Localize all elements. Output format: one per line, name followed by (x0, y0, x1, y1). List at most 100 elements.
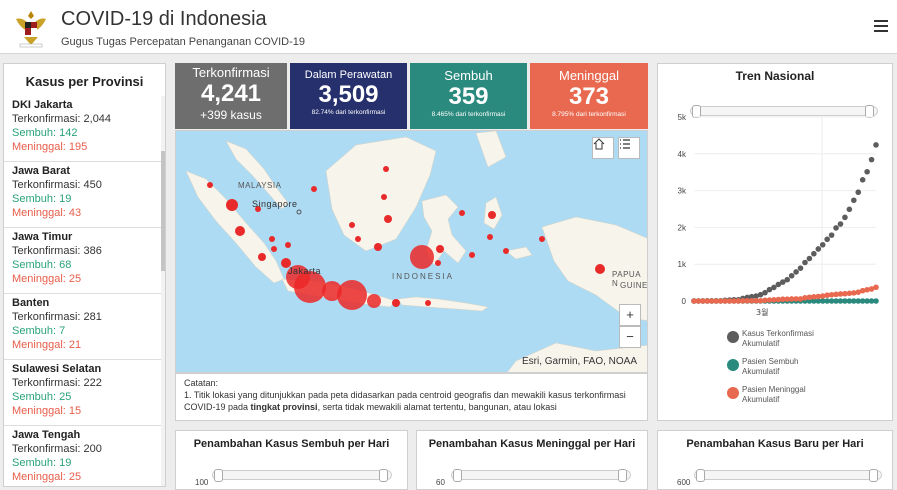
trend-legend-item[interactable]: Kasus Terkonfirmasi Akumulatif (727, 329, 814, 349)
case-map[interactable]: MALAYSIA Singapore Jakarta INDONESIA PAP… (175, 130, 648, 373)
recovered-per-day-title: Penambahan Kasus Sembuh per Hari (193, 438, 390, 450)
zoom-in-button[interactable]: + (619, 304, 641, 326)
case-marker[interactable] (337, 280, 367, 310)
case-marker[interactable] (436, 245, 444, 253)
case-marker[interactable] (226, 199, 238, 211)
case-marker[interactable] (311, 186, 317, 192)
case-marker[interactable] (367, 294, 381, 308)
map-label-guinea: GUINE (620, 281, 648, 290)
province-item[interactable]: Banten Terkonfirmasi: 281 Sembuh: 7 Meningg… (4, 294, 161, 360)
map-label-indonesia: INDONESIA (392, 272, 455, 281)
province-name: Jawa Barat (12, 165, 71, 177)
case-marker[interactable] (269, 236, 275, 242)
garuda-emblem-icon (16, 11, 46, 48)
home-button[interactable] (592, 137, 614, 159)
province-confirmed: Terkonfirmasi: 450 (12, 179, 102, 191)
case-marker[interactable] (595, 264, 605, 274)
case-marker[interactable] (459, 210, 465, 216)
case-marker[interactable] (425, 300, 431, 306)
case-marker[interactable] (410, 245, 434, 269)
y-tick-label: 2k (678, 223, 687, 232)
recovered-range-slider[interactable] (212, 469, 392, 482)
zoom-out-button[interactable]: − (619, 326, 641, 348)
slider-handle-right[interactable] (869, 469, 878, 482)
map-label-jakarta: Jakarta (288, 266, 322, 276)
case-marker[interactable] (392, 299, 400, 307)
list-icon (620, 139, 630, 149)
province-item[interactable]: Jawa Tengah Terkonfirmasi: 200 Sembuh: 19 M… (4, 426, 161, 486)
hamburger-menu-icon[interactable] (874, 20, 888, 32)
case-marker[interactable] (487, 234, 493, 240)
case-marker[interactable] (349, 222, 355, 228)
map-label-singapore: Singapore (252, 199, 298, 209)
province-confirmed: Terkonfirmasi: 281 (12, 311, 102, 323)
trend-point (846, 206, 853, 213)
deaths-per-day-panel: Penambahan Kasus Meninggal per Hari 60 (416, 430, 648, 490)
trend-point (873, 298, 879, 304)
new-cases-axis-tick: 600 (677, 478, 691, 487)
case-marker[interactable] (271, 246, 277, 252)
case-marker[interactable] (258, 253, 266, 261)
province-deaths: Meninggal: 25 (12, 471, 82, 483)
province-item[interactable]: Jawa Timur Terkonfirmasi: 386 Sembuh: 68 Me… (4, 228, 161, 294)
confirmed-value: 4,241 (200, 80, 262, 107)
deaths-range-slider[interactable] (451, 469, 631, 482)
recovered-per-day-panel: Penambahan Kasus Sembuh per Hari 100 (175, 430, 408, 490)
y-tick-label: 1k (678, 260, 687, 269)
deaths-card: Meninggal 373 8.795% dari terkonfirmasi (530, 63, 648, 129)
legend-button[interactable] (618, 137, 640, 159)
treated-value: 3,509 (318, 81, 379, 108)
trend-point (819, 241, 826, 248)
case-marker[interactable] (381, 194, 387, 200)
trend-point (793, 269, 799, 275)
deaths-axis-tick: 60 (436, 478, 445, 487)
scrollbar-thumb[interactable] (161, 151, 165, 271)
case-marker[interactable] (488, 211, 496, 219)
case-marker[interactable] (207, 182, 213, 188)
province-list: DKI Jakarta Terkonfirmasi: 2,044 Sembuh: 1… (4, 96, 161, 486)
slider-handle-left[interactable] (453, 469, 462, 482)
trend-legend-item[interactable]: Pasien Meninggal Akumulatif (727, 385, 806, 405)
case-marker[interactable] (384, 215, 392, 223)
slider-handle-left[interactable] (696, 469, 705, 482)
trend-title: Tren Nasional (735, 69, 815, 83)
map-label-malaysia: MALAYSIA (238, 181, 282, 190)
case-marker[interactable] (285, 242, 291, 248)
province-scrollbar[interactable] (161, 96, 165, 486)
treated-label: Dalam Perawatan (304, 69, 393, 81)
app-title: COVID-19 di Indonesia (61, 8, 267, 30)
case-marker[interactable] (383, 166, 389, 172)
trend-point (837, 221, 844, 227)
trend-point (797, 265, 804, 271)
slider-handle-right[interactable] (618, 469, 627, 482)
province-item[interactable]: Jawa Barat Terkonfirmasi: 450 Sembuh: 19 Me… (4, 162, 161, 228)
trend-point (828, 232, 835, 238)
recovered-percent: 8.465% dari terkonfirmasi (431, 111, 506, 118)
slider-handle-right[interactable] (379, 469, 388, 482)
legend-label: Kasus Terkonfirmasi (742, 329, 814, 338)
case-marker[interactable] (469, 252, 475, 258)
trend-point (788, 272, 795, 279)
recovered-label: Sembuh (444, 68, 493, 83)
province-name: Sulawesi Selatan (12, 363, 102, 375)
case-marker[interactable] (235, 226, 245, 236)
trend-point (833, 225, 839, 231)
trend-legend-item[interactable]: Pasien Sembuh Akumulatif (727, 357, 798, 377)
province-item[interactable]: DKI Jakarta Terkonfirmasi: 2,044 Sembuh: 1… (4, 96, 161, 162)
trend-point (851, 197, 857, 204)
map-canvas[interactable] (176, 131, 648, 373)
legend-sublabel: Akumulatif (742, 367, 780, 376)
case-marker[interactable] (355, 236, 361, 242)
trend-point (842, 214, 848, 221)
province-name: Banten (12, 297, 50, 309)
case-marker[interactable] (435, 260, 441, 266)
case-marker[interactable] (503, 248, 509, 254)
case-marker[interactable] (539, 236, 545, 242)
new-cases-range-slider[interactable] (694, 469, 882, 482)
slider-handle-left[interactable] (214, 469, 223, 482)
province-name: Jawa Tengah (12, 429, 81, 441)
province-item[interactable]: Sulawesi Selatan Terkonfirmasi: 222 Sembuh… (4, 360, 161, 426)
case-marker[interactable] (374, 243, 382, 251)
trend-panel: Tren Nasional 5k 4k 3k 2k 1k 0 3월 Kasus Terkon… (657, 63, 893, 421)
notes-panel: Catatan: 1. Titik lokasi yang ditunjukka… (175, 373, 648, 421)
